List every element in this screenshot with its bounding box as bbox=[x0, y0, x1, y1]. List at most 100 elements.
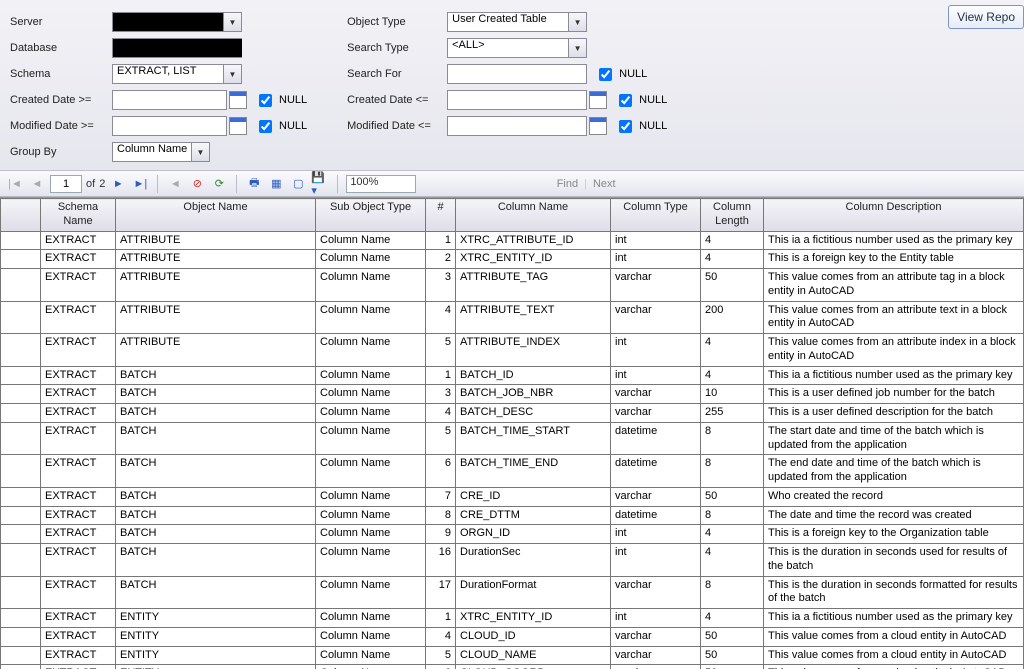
table-row[interactable]: EXTRACTBATCHColumn Name17DurationFormatv… bbox=[1, 576, 1024, 609]
next-page-button[interactable]: ► bbox=[109, 175, 127, 193]
stop-button[interactable]: ⊘ bbox=[188, 175, 206, 193]
filter-panel: Server ▼ Database Schema EXTRACT, LIST▼ … bbox=[0, 0, 1024, 171]
modified-gte-input[interactable] bbox=[112, 116, 227, 136]
calendar-icon[interactable] bbox=[229, 91, 247, 109]
table-row[interactable]: EXTRACTBATCHColumn Name16DurationSecint4… bbox=[1, 544, 1024, 577]
gutter-cell bbox=[1, 646, 41, 665]
table-row[interactable]: EXTRACTBATCHColumn Name9ORGN_IDint4This … bbox=[1, 525, 1024, 544]
cdesc-cell: This ia a fictitious number used as the … bbox=[764, 609, 1024, 628]
created-lte-null[interactable]: NULL bbox=[615, 91, 667, 110]
zoom-dropdown[interactable]: 100% bbox=[346, 175, 416, 193]
created-lte-input[interactable] bbox=[447, 90, 587, 110]
table-row[interactable]: EXTRACTATTRIBUTEColumn Name2XTRC_ENTITY_… bbox=[1, 250, 1024, 269]
ctype-header[interactable]: Column Type bbox=[611, 199, 701, 232]
layout-button[interactable]: ▦ bbox=[267, 175, 285, 193]
colname-cell: XTRC_ENTITY_ID bbox=[456, 609, 611, 628]
modified-lte-label: Modified Date <= bbox=[347, 120, 447, 132]
table-row[interactable]: EXTRACTBATCHColumn Name8CRE_DTTMdatetime… bbox=[1, 506, 1024, 525]
object-header[interactable]: Object Name bbox=[116, 199, 316, 232]
sub-cell: Column Name bbox=[316, 250, 426, 269]
page-setup-button[interactable]: ▢ bbox=[289, 175, 307, 193]
search-for-input[interactable] bbox=[447, 64, 587, 84]
num-cell: 3 bbox=[426, 385, 456, 404]
modified-lte-input[interactable] bbox=[447, 116, 587, 136]
colname-cell: ATTRIBUTE_INDEX bbox=[456, 334, 611, 367]
ctype-cell: datetime bbox=[611, 455, 701, 488]
schema-header[interactable]: Schema Name bbox=[41, 199, 116, 232]
cdesc-header[interactable]: Column Description bbox=[764, 199, 1024, 232]
back-button[interactable]: ◄ bbox=[166, 175, 184, 193]
ctype-cell: varchar bbox=[611, 385, 701, 404]
table-row[interactable]: EXTRACTBATCHColumn Name6BATCH_TIME_ENDda… bbox=[1, 455, 1024, 488]
schema-cell: EXTRACT bbox=[41, 544, 116, 577]
table-row[interactable]: EXTRACTBATCHColumn Name7CRE_IDvarchar50W… bbox=[1, 487, 1024, 506]
object-type-dropdown[interactable]: User Created Table▼ bbox=[447, 12, 587, 32]
gutter-cell bbox=[1, 422, 41, 455]
sub-cell: Column Name bbox=[316, 576, 426, 609]
num-header[interactable]: # bbox=[426, 199, 456, 232]
clen-cell: 4 bbox=[701, 366, 764, 385]
groupby-dropdown[interactable]: Column Name▼ bbox=[112, 142, 210, 162]
results-table-wrap[interactable]: Schema Name Object Name Sub Object Type … bbox=[0, 197, 1024, 669]
sub-cell: Column Name bbox=[316, 269, 426, 302]
cdesc-cell: This is the duration in seconds used for… bbox=[764, 544, 1024, 577]
table-row[interactable]: EXTRACTATTRIBUTEColumn Name3ATTRIBUTE_TA… bbox=[1, 269, 1024, 302]
search-for-null[interactable]: NULL bbox=[595, 65, 647, 84]
created-gte-input[interactable] bbox=[112, 90, 227, 110]
clen-cell: 8 bbox=[701, 455, 764, 488]
print-button[interactable]: 🖶 bbox=[245, 175, 263, 193]
modified-gte-null[interactable]: NULL bbox=[255, 117, 307, 136]
last-page-button[interactable]: ►| bbox=[131, 175, 149, 193]
table-row[interactable]: EXTRACTBATCHColumn Name4BATCH_DESCvarcha… bbox=[1, 404, 1024, 423]
colname-header[interactable]: Column Name bbox=[456, 199, 611, 232]
sub-cell: Column Name bbox=[316, 455, 426, 488]
search-type-dropdown[interactable]: <ALL>▼ bbox=[447, 38, 587, 58]
modified-lte-null[interactable]: NULL bbox=[615, 117, 667, 136]
cdesc-cell: This value comes from an attribute tag i… bbox=[764, 269, 1024, 302]
clen-cell: 4 bbox=[701, 250, 764, 269]
gutter-cell bbox=[1, 404, 41, 423]
table-row[interactable]: EXTRACTATTRIBUTEColumn Name1XTRC_ATTRIBU… bbox=[1, 231, 1024, 250]
page-input[interactable] bbox=[50, 175, 82, 193]
first-page-button[interactable]: |◄ bbox=[6, 175, 24, 193]
schema-cell: EXTRACT bbox=[41, 455, 116, 488]
sub-cell: Column Name bbox=[316, 366, 426, 385]
table-row[interactable]: EXTRACTBATCHColumn Name5BATCH_TIME_START… bbox=[1, 422, 1024, 455]
num-cell: 1 bbox=[426, 366, 456, 385]
table-row[interactable]: EXTRACTENTITYColumn Name5CLOUD_NAMEvarch… bbox=[1, 646, 1024, 665]
table-row[interactable]: EXTRACTENTITYColumn Name4CLOUD_IDvarchar… bbox=[1, 627, 1024, 646]
cdesc-cell: This value comes from a cloud entity in … bbox=[764, 646, 1024, 665]
num-cell: 4 bbox=[426, 301, 456, 334]
gutter-cell bbox=[1, 231, 41, 250]
created-gte-null[interactable]: NULL bbox=[255, 91, 307, 110]
export-button[interactable]: 💾▾ bbox=[311, 175, 329, 193]
table-row[interactable]: EXTRACTATTRIBUTEColumn Name4ATTRIBUTE_TE… bbox=[1, 301, 1024, 334]
sub-cell: Column Name bbox=[316, 646, 426, 665]
calendar-icon[interactable] bbox=[589, 117, 607, 135]
schema-cell: EXTRACT bbox=[41, 385, 116, 404]
server-dropdown[interactable]: ▼ bbox=[112, 12, 242, 32]
find-link[interactable]: Find bbox=[557, 178, 578, 190]
calendar-icon[interactable] bbox=[229, 117, 247, 135]
gutter-cell bbox=[1, 506, 41, 525]
refresh-button[interactable]: ⟳ bbox=[210, 175, 228, 193]
pages-label: 2 bbox=[99, 178, 105, 190]
clen-header[interactable]: Column Length bbox=[701, 199, 764, 232]
database-dropdown[interactable] bbox=[112, 38, 242, 58]
schema-cell: EXTRACT bbox=[41, 609, 116, 628]
object-type-label: Object Type bbox=[347, 16, 447, 28]
table-row[interactable]: EXTRACTBATCHColumn Name1BATCH_IDint4This… bbox=[1, 366, 1024, 385]
sub-header[interactable]: Sub Object Type bbox=[316, 199, 426, 232]
object-cell: ENTITY bbox=[116, 627, 316, 646]
num-cell: 4 bbox=[426, 627, 456, 646]
calendar-icon[interactable] bbox=[589, 91, 607, 109]
sub-cell: Column Name bbox=[316, 506, 426, 525]
prev-page-button[interactable]: ◄ bbox=[28, 175, 46, 193]
table-row[interactable]: EXTRACTBATCHColumn Name3BATCH_JOB_NBRvar… bbox=[1, 385, 1024, 404]
next-link[interactable]: Next bbox=[593, 178, 616, 190]
view-report-button[interactable]: View Repo bbox=[948, 5, 1024, 29]
table-row[interactable]: EXTRACTATTRIBUTEColumn Name5ATTRIBUTE_IN… bbox=[1, 334, 1024, 367]
ctype-cell: varchar bbox=[611, 487, 701, 506]
schema-dropdown[interactable]: EXTRACT, LIST▼ bbox=[112, 64, 242, 84]
table-row[interactable]: EXTRACTENTITYColumn Name1XTRC_ENTITY_IDi… bbox=[1, 609, 1024, 628]
